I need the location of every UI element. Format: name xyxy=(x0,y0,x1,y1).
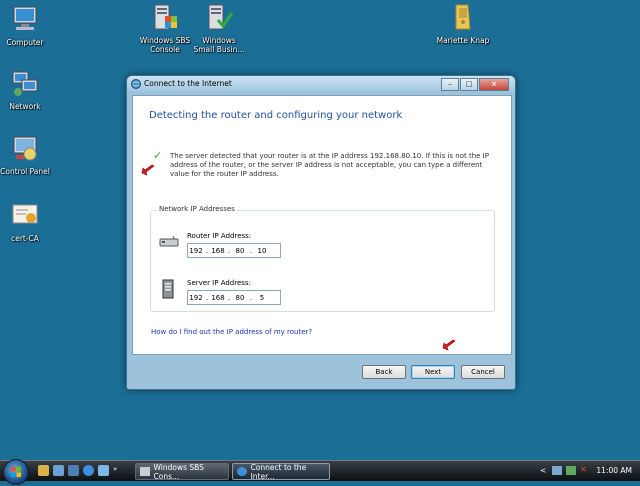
desktop-icon-network[interactable]: Network xyxy=(0,68,60,111)
maximize-button[interactable]: □ xyxy=(460,78,478,91)
user-folder-icon xyxy=(455,4,471,30)
control-panel-icon xyxy=(13,136,37,161)
window-title: Connect to the Internet xyxy=(144,79,232,88)
taskbar-item-label: Connect to the Inter... xyxy=(250,462,307,481)
next-button[interactable]: Next xyxy=(411,365,455,379)
ip-octet[interactable]: 168 xyxy=(210,294,226,302)
network-icon xyxy=(12,71,38,96)
globe-icon xyxy=(131,79,141,89)
dialog-content: Detecting the router and configuring you… xyxy=(132,95,512,355)
sbs-console-icon xyxy=(154,4,177,30)
router-icon xyxy=(159,236,179,247)
desktop-icon-label: cert-CA xyxy=(11,234,39,243)
desktop-icon-label: Network xyxy=(9,102,41,111)
window-controls: – □ × xyxy=(440,78,509,91)
window-titlebar[interactable]: Connect to the Internet – □ × xyxy=(127,76,515,92)
desktop-icon-user-folder[interactable]: Mariette Knap xyxy=(428,2,498,45)
desktop-icon-control-panel[interactable]: Control Panel xyxy=(0,133,60,176)
minimize-button[interactable]: – xyxy=(441,78,459,91)
globe-icon xyxy=(237,467,247,476)
router-ip-input[interactable]: 192 . 168 . 80 . 10 xyxy=(187,243,281,258)
desktop-icon-small-business[interactable]: Windows Small Busin... xyxy=(184,2,254,54)
desktop-icon-label: Control Panel xyxy=(0,167,50,176)
certificate-icon xyxy=(12,204,38,224)
system-tray: < ✕ 11:00 AM xyxy=(540,461,640,481)
taskbar-clock[interactable]: 11:00 AM xyxy=(596,466,632,475)
ip-octet[interactable]: 168 xyxy=(210,247,226,255)
back-button[interactable]: Back xyxy=(362,365,406,379)
detection-message: The server detected that your router is … xyxy=(170,152,489,178)
dialog-button-row: Back Next Cancel xyxy=(127,359,515,385)
close-button[interactable]: × xyxy=(479,78,509,91)
checkmark-icon: ✓ xyxy=(153,149,163,162)
ip-octet[interactable]: 80 xyxy=(232,247,248,255)
server-ip-input[interactable]: 192 . 168 . 80 . 5 xyxy=(187,290,281,305)
red-pointer-arrow-icon xyxy=(141,164,155,176)
start-button[interactable] xyxy=(3,459,29,485)
cancel-button[interactable]: Cancel xyxy=(461,365,505,379)
quicklaunch-media-icon[interactable] xyxy=(98,465,109,476)
ip-octet[interactable]: 192 xyxy=(188,247,204,255)
ip-octet[interactable]: 10 xyxy=(254,247,270,255)
red-pointer-arrow-icon xyxy=(442,339,456,351)
router-ip-help-link[interactable]: How do I find out the IP address of my r… xyxy=(151,328,312,336)
desktop-icon-label-line1: Windows xyxy=(202,36,236,45)
quicklaunch-desktop-icon[interactable] xyxy=(53,465,64,476)
tray-chevron-icon[interactable]: < xyxy=(540,466,546,475)
desktop-icon-label-line2: Small Busin... xyxy=(193,45,245,54)
ip-octet[interactable]: 5 xyxy=(254,294,270,302)
sbs-console-icon xyxy=(140,467,150,476)
quicklaunch-explorer-icon[interactable] xyxy=(38,465,49,476)
desktop-icon-label: Mariette Knap xyxy=(436,36,490,45)
router-ip-label: Router IP Address: xyxy=(187,232,252,240)
dialog-heading: Detecting the router and configuring you… xyxy=(149,110,403,121)
windows-logo-icon xyxy=(11,467,21,477)
quicklaunch-more-icon[interactable]: » xyxy=(113,465,119,476)
server-ip-label: Server IP Address: xyxy=(187,279,251,287)
tray-network-icon[interactable] xyxy=(552,466,562,475)
taskbar-item-label: Windows SBS Cons... xyxy=(153,462,204,481)
connect-internet-window: Connect to the Internet – □ × Detecting … xyxy=(126,75,516,390)
tray-volume-icon[interactable]: ✕ xyxy=(580,465,587,474)
quicklaunch-ie-icon[interactable] xyxy=(83,465,94,476)
taskbar-item-sbs-console[interactable]: Windows SBS Cons... xyxy=(135,462,229,481)
server-icon xyxy=(162,279,174,299)
desktop-icon-cert-ca[interactable]: cert-CA xyxy=(0,200,60,243)
small-business-icon xyxy=(208,4,234,30)
desktop-icon-computer[interactable]: Computer xyxy=(0,4,60,47)
taskbar-item-connect-internet[interactable]: Connect to the Inter... xyxy=(232,462,330,481)
network-ip-groupbox: Network IP Addresses Router IP Address: … xyxy=(150,205,495,312)
ip-octet[interactable]: 80 xyxy=(232,294,248,302)
tray-status-icon[interactable] xyxy=(566,466,576,475)
taskbar: » Windows SBS Cons... Connect to the Int… xyxy=(0,459,640,485)
desktop-icon-label: Computer xyxy=(6,38,44,47)
quicklaunch-server-manager-icon[interactable] xyxy=(68,465,79,476)
groupbox-legend: Network IP Addresses xyxy=(157,205,237,213)
ip-octet[interactable]: 192 xyxy=(188,294,204,302)
computer-icon xyxy=(13,6,37,30)
